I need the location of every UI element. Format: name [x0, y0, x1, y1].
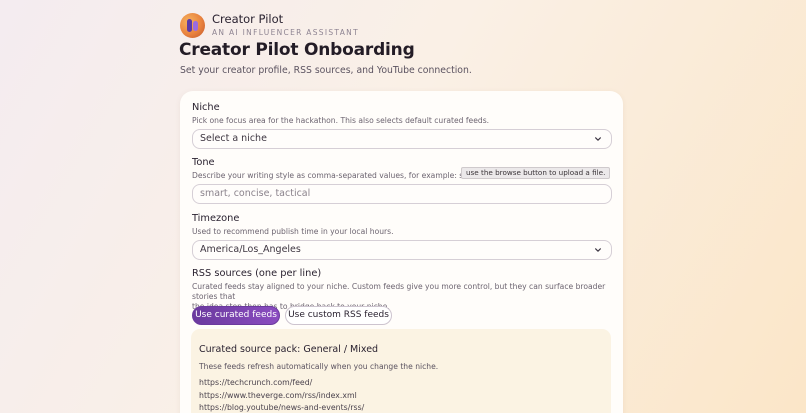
- file-upload-tooltip: use the browse button to upload a file.: [461, 167, 611, 179]
- brand-text: Creator Pilot AN AI INFLUENCER ASSISTANT: [212, 13, 359, 38]
- niche-help: Pick one focus area for the hackathon. T…: [192, 116, 490, 125]
- curated-source-pack: Curated source pack: General / Mixed The…: [191, 329, 611, 413]
- pack-description: These feeds refresh automatically when y…: [199, 362, 439, 371]
- chevron-down-icon: [595, 137, 601, 141]
- tone-input-placeholder: smart, concise, tactical: [200, 188, 311, 199]
- timezone-select-value: America/Los_Angeles: [200, 244, 301, 255]
- pack-feed-list: https://techcrunch.com/feed/ https://www…: [199, 377, 364, 413]
- pack-title: Curated source pack: General / Mixed: [199, 344, 379, 355]
- use-curated-feeds-button[interactable]: Use curated feeds: [192, 306, 280, 325]
- page-subtitle: Set your creator profile, RSS sources, a…: [180, 65, 472, 76]
- niche-label: Niche: [192, 102, 220, 113]
- feed-url: https://techcrunch.com/feed/: [199, 378, 313, 387]
- feed-url: https://www.theverge.com/rss/index.xml: [199, 390, 357, 400]
- rss-label: RSS sources (one per line): [192, 268, 322, 279]
- brand-name: Creator Pilot: [212, 12, 284, 26]
- timezone-select[interactable]: America/Los_Angeles: [192, 240, 612, 260]
- niche-select[interactable]: Select a niche: [192, 129, 612, 149]
- app-logo-icon: [180, 13, 205, 38]
- feed-url: https://blog.youtube/news-and-events/rss…: [199, 403, 365, 412]
- timezone-label: Timezone: [192, 213, 240, 224]
- niche-section: Niche Pick one focus area for the hackat…: [192, 102, 612, 126]
- rss-help-line1: Curated feeds stay aligned to your niche…: [192, 282, 606, 301]
- page-title: Creator Pilot Onboarding: [179, 40, 415, 60]
- timezone-section: Timezone Used to recommend publish time …: [192, 213, 612, 237]
- chevron-down-icon: [595, 248, 601, 252]
- brand-tagline: AN AI INFLUENCER ASSISTANT: [212, 28, 359, 37]
- tone-input[interactable]: smart, concise, tactical: [192, 184, 612, 204]
- niche-select-value: Select a niche: [200, 133, 267, 144]
- timezone-help: Used to recommend publish time in your l…: [192, 227, 394, 236]
- brand-header: Creator Pilot AN AI INFLUENCER ASSISTANT: [180, 13, 359, 38]
- use-custom-rss-button[interactable]: Use custom RSS feeds: [285, 306, 392, 325]
